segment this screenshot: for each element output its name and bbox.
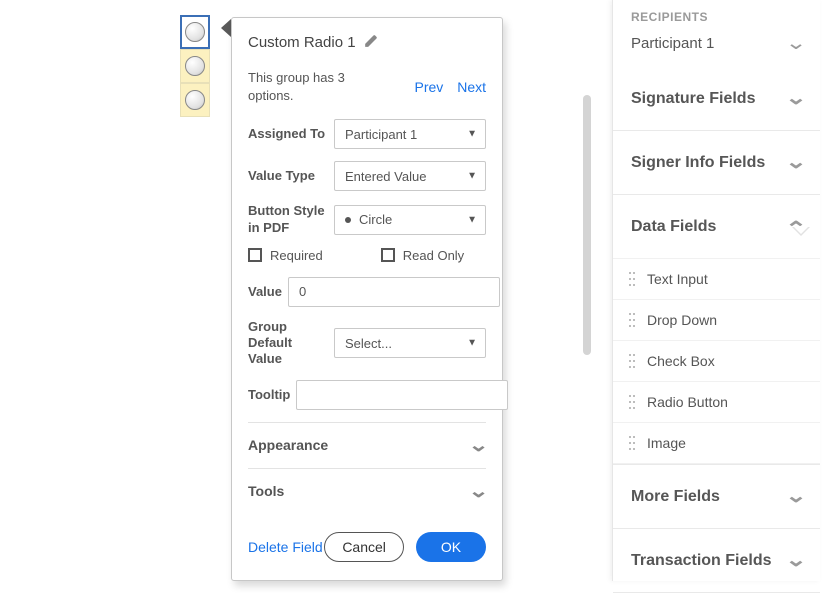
group-default-select[interactable]: Select... [334, 328, 486, 358]
edit-name-icon[interactable] [364, 34, 378, 51]
drag-handle-icon [629, 436, 635, 450]
data-field-check-box[interactable]: Check Box [613, 340, 820, 381]
chevron-down-icon: ⌄ [468, 481, 489, 502]
tools-accordion[interactable]: Tools ⌄ [248, 468, 486, 514]
fields-sidebar: RECIPIENTS Participant 1 ⌄ Signature Fie… [612, 0, 820, 581]
section-signature-fields[interactable]: Signature Fields ⌄ [613, 67, 820, 130]
panel-pointer-icon [221, 19, 231, 37]
tooltip-input[interactable] [296, 380, 508, 410]
appearance-accordion[interactable]: Appearance ⌄ [248, 422, 486, 468]
recipients-header: RECIPIENTS [613, 0, 820, 32]
checkbox-icon [248, 248, 262, 262]
drag-handle-icon [629, 354, 635, 368]
data-field-drop-down[interactable]: Drop Down [613, 299, 820, 340]
readonly-checkbox[interactable]: Read Only [381, 248, 464, 263]
button-style-label: Button Style in PDF [248, 203, 328, 236]
next-link[interactable]: Next [457, 79, 486, 95]
chevron-down-icon: ⌄ [785, 549, 807, 572]
section-signer-info-fields[interactable]: Signer Info Fields ⌄ [613, 131, 820, 194]
group-default-label: Group Default Value [248, 319, 328, 368]
prev-link[interactable]: Prev [415, 79, 444, 95]
chevron-down-icon: ⌄ [785, 485, 807, 508]
value-label: Value [248, 284, 282, 300]
data-field-image[interactable]: Image [613, 422, 820, 464]
value-type-label: Value Type [248, 168, 328, 184]
radio-option-3[interactable] [180, 83, 210, 117]
group-info-text: This group has 3 options. [248, 69, 378, 105]
data-field-radio-button[interactable]: Radio Button [613, 381, 820, 422]
field-properties-panel: Custom Radio 1 This group has 3 options.… [231, 17, 503, 581]
assigned-to-label: Assigned To [248, 126, 328, 142]
panel-title: Custom Radio 1 [248, 34, 356, 51]
drag-handle-icon [629, 395, 635, 409]
cancel-button[interactable]: Cancel [324, 532, 404, 562]
chevron-down-icon: ⌄ [785, 87, 807, 110]
required-checkbox[interactable]: Required [248, 248, 323, 263]
checkbox-icon [381, 248, 395, 262]
radio-option-1[interactable] [180, 15, 210, 49]
chevron-down-icon: ⌄ [468, 435, 489, 456]
assigned-to-select[interactable]: Participant 1 [334, 119, 486, 149]
radio-option-2[interactable] [180, 49, 210, 83]
tooltip-label: Tooltip [248, 387, 290, 403]
chevron-down-icon: ⌄ [785, 151, 807, 174]
section-data-fields[interactable]: Data Fields ⌄ [613, 195, 820, 258]
value-type-select[interactable]: Entered Value [334, 161, 486, 191]
scrollbar[interactable] [583, 95, 591, 355]
drag-handle-icon [629, 313, 635, 327]
delete-field-link[interactable]: Delete Field [248, 539, 323, 555]
value-input[interactable] [288, 277, 500, 307]
button-style-select[interactable]: Circle [334, 205, 486, 235]
chevron-down-icon: ⌄ [785, 32, 807, 55]
radio-group-canvas [180, 15, 210, 117]
section-more-fields[interactable]: More Fields ⌄ [613, 465, 820, 528]
recipient-select[interactable]: Participant 1 ⌄ [613, 32, 820, 67]
drag-handle-icon [629, 272, 635, 286]
section-transaction-fields[interactable]: Transaction Fields ⌄ [613, 529, 820, 592]
section-open-indicator-icon [792, 227, 810, 236]
data-field-text-input[interactable]: Text Input [613, 258, 820, 299]
ok-button[interactable]: OK [416, 532, 486, 562]
